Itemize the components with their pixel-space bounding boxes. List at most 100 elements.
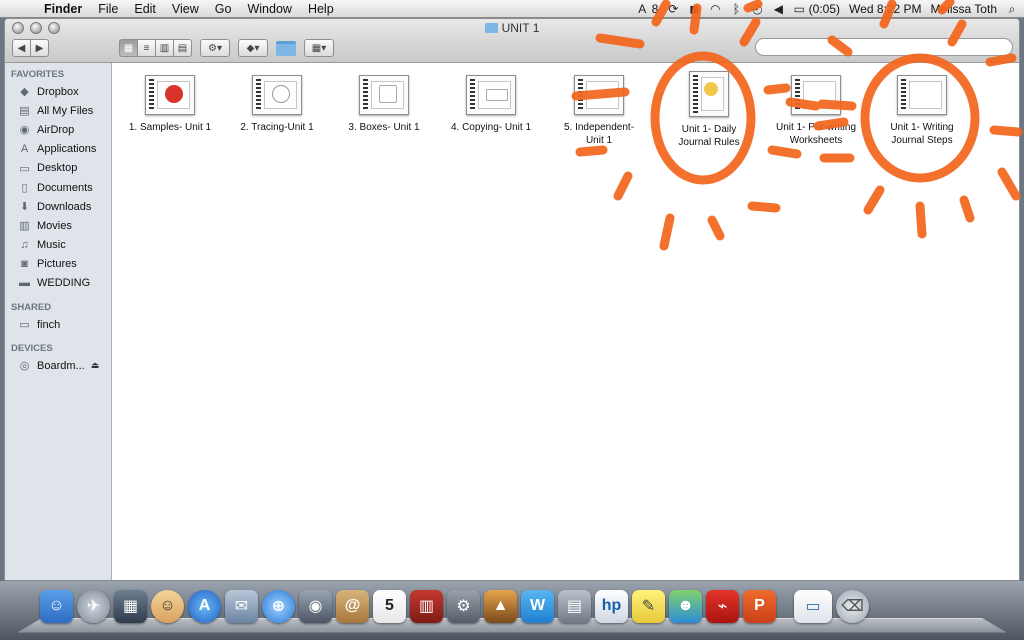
back-button[interactable]: ◀ bbox=[12, 39, 31, 57]
titlebar: UNIT 1 ◀ ▶ ▦ ≡ ▥ ▤ ⚙▾ ◆▾ ▦▾ bbox=[5, 19, 1019, 63]
file-item[interactable]: 3. Boxes- Unit 1 bbox=[332, 75, 436, 134]
spotlight-search-icon[interactable]: ⌕ bbox=[1006, 2, 1018, 17]
sidebar-item-music[interactable]: ♫ Music bbox=[5, 236, 111, 255]
document-thumbnail bbox=[145, 75, 195, 115]
launchpad-dock-icon[interactable]: ✈ bbox=[77, 590, 110, 623]
eject-icon[interactable]: ⏏ bbox=[91, 360, 100, 371]
coverflow-view-button[interactable]: ▤ bbox=[173, 39, 192, 57]
contacts-face-dock-icon[interactable]: ☺ bbox=[151, 590, 184, 623]
sidebar-item-boardmaker-disk[interactable]: ◎ Boardm... ⏏ bbox=[5, 356, 111, 375]
apple-outline-icon bbox=[272, 85, 290, 103]
action-gear-button[interactable]: ⚙▾ bbox=[200, 39, 230, 57]
copy-box-icon bbox=[486, 89, 508, 101]
sidebar-item-downloads[interactable]: ⬇ Downloads bbox=[5, 197, 111, 216]
scanner-dock-icon[interactable]: ▤ bbox=[558, 590, 591, 623]
list-view-button[interactable]: ≡ bbox=[137, 39, 156, 57]
file-item[interactable]: 4. Copying- Unit 1 bbox=[439, 75, 543, 134]
sidebar-item-applications[interactable]: A Applications bbox=[5, 140, 111, 159]
hp-utility-dock-icon[interactable]: hp bbox=[595, 590, 628, 623]
finder-dock-icon[interactable]: ☺ bbox=[40, 590, 73, 623]
sidebar-item-airdrop[interactable]: ◉ AirDrop bbox=[5, 120, 111, 139]
menu-app-name[interactable]: Finder bbox=[36, 2, 90, 16]
menu-file[interactable]: File bbox=[90, 2, 126, 16]
app-store-dock-icon[interactable]: A bbox=[188, 590, 221, 623]
menu-go[interactable]: Go bbox=[207, 2, 240, 16]
user-badge-icon[interactable]: ◼ bbox=[688, 2, 700, 16]
arrange-button[interactable]: ▦▾ bbox=[304, 39, 334, 57]
wifi-icon[interactable]: ◠ bbox=[709, 2, 721, 16]
dropbox-menu-button[interactable]: ◆▾ bbox=[238, 39, 268, 57]
toolbar: ◀ ▶ ▦ ≡ ▥ ▤ ⚙▾ ◆▾ ▦▾ bbox=[12, 38, 1013, 58]
finder-window-minimized-dock-icon[interactable]: ▭ bbox=[794, 590, 832, 623]
column-view-button[interactable]: ▥ bbox=[155, 39, 174, 57]
sidebar-item-desktop[interactable]: ▭ Desktop bbox=[5, 159, 111, 178]
system-preferences-dock-icon[interactable]: ⚙ bbox=[447, 590, 480, 623]
iphoto-dock-icon[interactable]: ▲ bbox=[484, 590, 517, 623]
menu-view[interactable]: View bbox=[164, 2, 207, 16]
file-item[interactable]: 1. Samples- Unit 1 bbox=[118, 75, 222, 134]
menu-help[interactable]: Help bbox=[300, 2, 342, 16]
dropbox-icon: ◆ bbox=[18, 85, 31, 98]
mission-control-dock-icon[interactable]: ▦ bbox=[114, 590, 147, 623]
stickies-dock-icon[interactable]: ✎ bbox=[632, 590, 665, 623]
dock-items: ☺ ✈ ▦ ☺ A ✉ ⊕ ◉ @ 5 ▥ ⚙ ▲ W ▤ hp ✎ ☻ ⌁ P… bbox=[40, 586, 994, 626]
sidebar-item-pictures[interactable]: ◙ Pictures bbox=[5, 255, 111, 274]
mail-stamp-dock-icon[interactable]: ✉ bbox=[225, 590, 258, 623]
sidebar-item-movies[interactable]: ▥ Movies bbox=[5, 216, 111, 235]
file-item[interactable]: 2. Tracing-Unit 1 bbox=[225, 75, 329, 134]
adobe-reader-dock-icon[interactable]: ⌁ bbox=[706, 590, 739, 623]
sidebar-item-dropbox[interactable]: ◆ Dropbox bbox=[5, 82, 111, 101]
document-thumbnail bbox=[791, 75, 841, 115]
file-item[interactable]: Unit 1- Pre-writing Worksheets bbox=[764, 75, 868, 147]
computer-icon: ▭ bbox=[18, 318, 31, 331]
document-thumbnail bbox=[574, 75, 624, 115]
document-thumbnail bbox=[359, 75, 409, 115]
safari-dock-icon[interactable]: ⊕ bbox=[262, 590, 295, 623]
file-icon-grid: 1. Samples- Unit 1 2. Tracing-Unit 1 3. … bbox=[113, 63, 1019, 580]
movies-icon: ▥ bbox=[18, 219, 31, 232]
bluetooth-icon[interactable]: ᛒ bbox=[730, 2, 742, 16]
messenger-dock-icon[interactable]: ☻ bbox=[669, 590, 702, 623]
adobe-status[interactable]: A 8 bbox=[636, 2, 658, 16]
user-name[interactable]: Melissa Toth bbox=[931, 2, 997, 16]
sidebar-item-documents[interactable]: ▯ Documents bbox=[5, 178, 111, 197]
trash-dock-icon[interactable]: ⌫ bbox=[836, 590, 869, 623]
pictures-icon: ◙ bbox=[18, 258, 31, 271]
menu-window[interactable]: Window bbox=[239, 2, 299, 16]
folder-icon: ▬ bbox=[18, 277, 31, 290]
document-thumbnail bbox=[897, 75, 947, 115]
volume-icon[interactable]: ◀ bbox=[772, 2, 784, 16]
time-machine-icon[interactable]: ◴ bbox=[751, 2, 763, 16]
address-book-dock-icon[interactable]: @ bbox=[336, 590, 369, 623]
icon-view-button[interactable]: ▦ bbox=[119, 39, 138, 57]
adobe-icon: A bbox=[636, 2, 648, 16]
clock[interactable]: Wed 8:22 PM bbox=[849, 2, 921, 16]
menu-edit[interactable]: Edit bbox=[126, 2, 164, 16]
forward-button[interactable]: ▶ bbox=[30, 39, 49, 57]
sidebar-item-all-my-files[interactable]: ▤ All My Files bbox=[5, 101, 111, 120]
sidebar-item-finch[interactable]: ▭ finch bbox=[5, 315, 111, 334]
sync-icon[interactable]: ⟳ bbox=[667, 2, 679, 16]
sidebar-item-wedding[interactable]: ▬ WEDDING bbox=[5, 274, 111, 293]
nav-buttons: ◀ ▶ bbox=[12, 39, 49, 57]
document-thumbnail bbox=[252, 75, 302, 115]
favorites-heading: FAVORITES bbox=[5, 67, 111, 82]
dock: ☺ ✈ ▦ ☺ A ✉ ⊕ ◉ @ 5 ▥ ⚙ ▲ W ▤ hp ✎ ☻ ⌁ P… bbox=[0, 581, 1024, 640]
view-switcher: ▦ ≡ ▥ ▤ bbox=[119, 39, 192, 57]
folder-icon bbox=[485, 23, 498, 33]
child-picture-icon bbox=[704, 82, 718, 96]
calendar-dock-icon[interactable]: 5 bbox=[373, 590, 406, 623]
new-folder-button[interactable] bbox=[276, 41, 296, 56]
file-item[interactable]: Unit 1- Daily Journal Rules bbox=[657, 71, 761, 149]
battery-status[interactable]: ▭ (0:05) bbox=[793, 2, 840, 16]
devices-heading: DEVICES bbox=[5, 341, 111, 356]
file-item[interactable]: 5. Independent- Unit 1 bbox=[547, 75, 651, 147]
desktop-icon: ▭ bbox=[18, 162, 31, 175]
facetime-dock-icon[interactable]: ◉ bbox=[299, 590, 332, 623]
search-input[interactable] bbox=[755, 38, 1013, 56]
document-thumbnail bbox=[689, 71, 729, 117]
word-dock-icon[interactable]: W bbox=[521, 590, 554, 623]
file-item[interactable]: Unit 1- Writing Journal Steps bbox=[870, 75, 974, 147]
photo-booth-dock-icon[interactable]: ▥ bbox=[410, 590, 443, 623]
powerpoint-dock-icon[interactable]: P bbox=[743, 590, 776, 623]
